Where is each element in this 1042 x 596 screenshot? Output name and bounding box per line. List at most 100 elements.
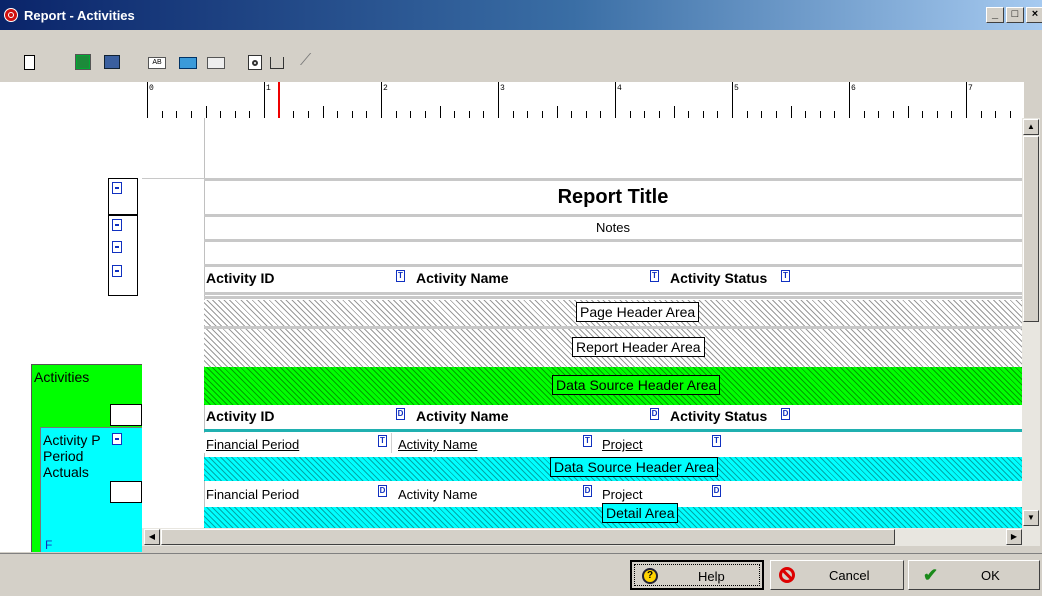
- close-button[interactable]: ×: [1026, 7, 1042, 23]
- data-source-header-area-label: Data Source Header Area: [552, 375, 721, 395]
- data-source-icon[interactable]: [75, 54, 91, 70]
- ruler-number: 4: [617, 84, 622, 93]
- ruler-minor-tick: [702, 111, 704, 118]
- data-tag-icon: D: [583, 485, 592, 497]
- scroll-up-icon[interactable]: ▲: [1023, 119, 1039, 135]
- ruler-minor-tick: [205, 106, 207, 118]
- wizard-icon[interactable]: ⟋: [300, 52, 311, 70]
- detail-area[interactable]: Detail Area: [204, 503, 1022, 528]
- detail-financial-period[interactable]: Financial Period: [206, 487, 299, 502]
- ruler-major-tick: [147, 82, 148, 118]
- detail-project[interactable]: Project: [602, 487, 642, 502]
- vertical-scrollbar[interactable]: ▲ ▼: [1022, 118, 1040, 528]
- ruler-minor-tick: [293, 111, 295, 118]
- ruler-minor-tick: [395, 111, 397, 118]
- window-title: Report - Activities: [24, 8, 135, 23]
- ruler-number: 6: [851, 84, 856, 93]
- toolbar: AB ⟋: [0, 30, 1042, 82]
- field-financial-period[interactable]: Financial Period: [206, 437, 299, 452]
- ruler-minor-tick: [307, 111, 309, 118]
- field-activity-name[interactable]: Activity Name: [398, 437, 477, 452]
- ruler: 0 1 2 3 4 5 6 7: [142, 82, 1024, 119]
- data-source-header-area[interactable]: Data Source Header Area: [204, 367, 1022, 405]
- ruler-major-tick: [498, 82, 499, 118]
- data-tag-icon: D: [712, 485, 721, 497]
- band-separator: [204, 214, 1022, 217]
- band-field-box[interactable]: [110, 404, 142, 426]
- report-header-area[interactable]: Report Header Area: [204, 329, 1022, 367]
- button-bar: ? Help Cancel ✔ OK: [0, 553, 1042, 596]
- band-node-icon[interactable]: [112, 219, 122, 231]
- ruler-minor-tick: [922, 111, 924, 118]
- column-header-activity-id[interactable]: Activity ID: [206, 270, 274, 286]
- ruler-major-tick: [966, 82, 967, 118]
- frame-icon[interactable]: [270, 57, 284, 69]
- ds-column-activity-name[interactable]: Activity Name: [416, 408, 509, 424]
- report-structure-panel: Activities Activity P Period Actuals F: [0, 82, 142, 552]
- text-tag-icon: T: [378, 435, 387, 447]
- ruler-minor-tick: [673, 106, 675, 118]
- ruler-minor-tick: [483, 111, 485, 118]
- ruler-position-marker: [278, 82, 280, 118]
- ruler-minor-tick: [936, 111, 938, 118]
- cancel-icon: [779, 567, 795, 583]
- band-node-icon[interactable]: [112, 182, 122, 194]
- detail-activity-name[interactable]: Activity Name: [398, 487, 477, 502]
- ds-column-activity-id[interactable]: Activity ID: [206, 408, 274, 424]
- column-header-activity-name[interactable]: Activity Name: [416, 270, 509, 286]
- image-icon[interactable]: [179, 57, 197, 69]
- cancel-button[interactable]: Cancel: [770, 560, 904, 590]
- ruler-major-tick: [381, 82, 382, 118]
- field-node-icon[interactable]: F: [45, 538, 52, 552]
- data-source-2-icon[interactable]: [104, 55, 120, 69]
- vertical-scroll-thumb[interactable]: [1023, 136, 1039, 322]
- band-node-icon[interactable]: [112, 265, 122, 277]
- scroll-right-icon[interactable]: ▶: [1006, 529, 1022, 545]
- band-node-icon[interactable]: [112, 433, 122, 445]
- ruler-minor-tick: [337, 111, 339, 118]
- text-field-icon[interactable]: AB: [148, 57, 166, 69]
- ruler-minor-tick: [600, 111, 602, 118]
- help-button[interactable]: ? Help: [630, 560, 764, 590]
- scroll-down-icon[interactable]: ▼: [1023, 510, 1039, 526]
- field-project[interactable]: Project: [602, 437, 642, 452]
- ok-button[interactable]: ✔ OK: [908, 560, 1040, 590]
- notes-band[interactable]: Notes: [204, 218, 1022, 238]
- text-tag-icon: T: [396, 270, 405, 282]
- text-tag-icon: T: [712, 435, 721, 447]
- ruler-minor-tick: [688, 111, 690, 118]
- ruler-minor-tick: [878, 111, 880, 118]
- horizontal-scrollbar[interactable]: ◀ ▶: [142, 528, 1040, 546]
- ruler-minor-tick: [790, 106, 792, 118]
- ruler-minor-tick: [980, 111, 982, 118]
- ruler-number: 1: [266, 84, 271, 93]
- preview-icon[interactable]: [248, 55, 262, 70]
- checkmark-icon: ✔: [923, 565, 939, 585]
- field-icon[interactable]: [207, 57, 225, 69]
- title-band[interactable]: Report Title: [204, 182, 1022, 212]
- horizontal-scroll-thumb[interactable]: [161, 529, 895, 545]
- oracle-icon: [4, 8, 18, 22]
- ds-column-activity-status[interactable]: Activity Status: [670, 408, 767, 424]
- ruler-minor-tick: [176, 111, 178, 118]
- scroll-left-icon[interactable]: ◀: [144, 529, 160, 545]
- report-notes[interactable]: Notes: [204, 220, 1022, 235]
- ruler-minor-tick: [351, 111, 353, 118]
- report-canvas[interactable]: Report Title Notes Activity ID T Activit…: [142, 118, 1022, 528]
- ruler-minor-tick: [1009, 111, 1011, 118]
- minimize-button[interactable]: _: [986, 7, 1004, 23]
- ruler-minor-tick: [805, 111, 807, 118]
- ruler-minor-tick: [629, 111, 631, 118]
- band-node-icon[interactable]: [112, 241, 122, 253]
- band-separator: [204, 264, 1022, 267]
- band-field-box[interactable]: [110, 481, 142, 503]
- column-header-activity-status[interactable]: Activity Status: [670, 270, 767, 286]
- ruler-minor-tick: [439, 106, 441, 118]
- ok-button-label: OK: [981, 568, 1000, 583]
- page-header-area[interactable]: Page Header Area: [204, 300, 1022, 326]
- report-title[interactable]: Report Title: [204, 186, 1022, 209]
- new-report-icon[interactable]: [24, 55, 35, 70]
- maximize-button[interactable]: □: [1006, 7, 1024, 23]
- sub-data-source-header-area[interactable]: Data Source Header Area: [204, 457, 1022, 481]
- ruler-minor-tick: [585, 111, 587, 118]
